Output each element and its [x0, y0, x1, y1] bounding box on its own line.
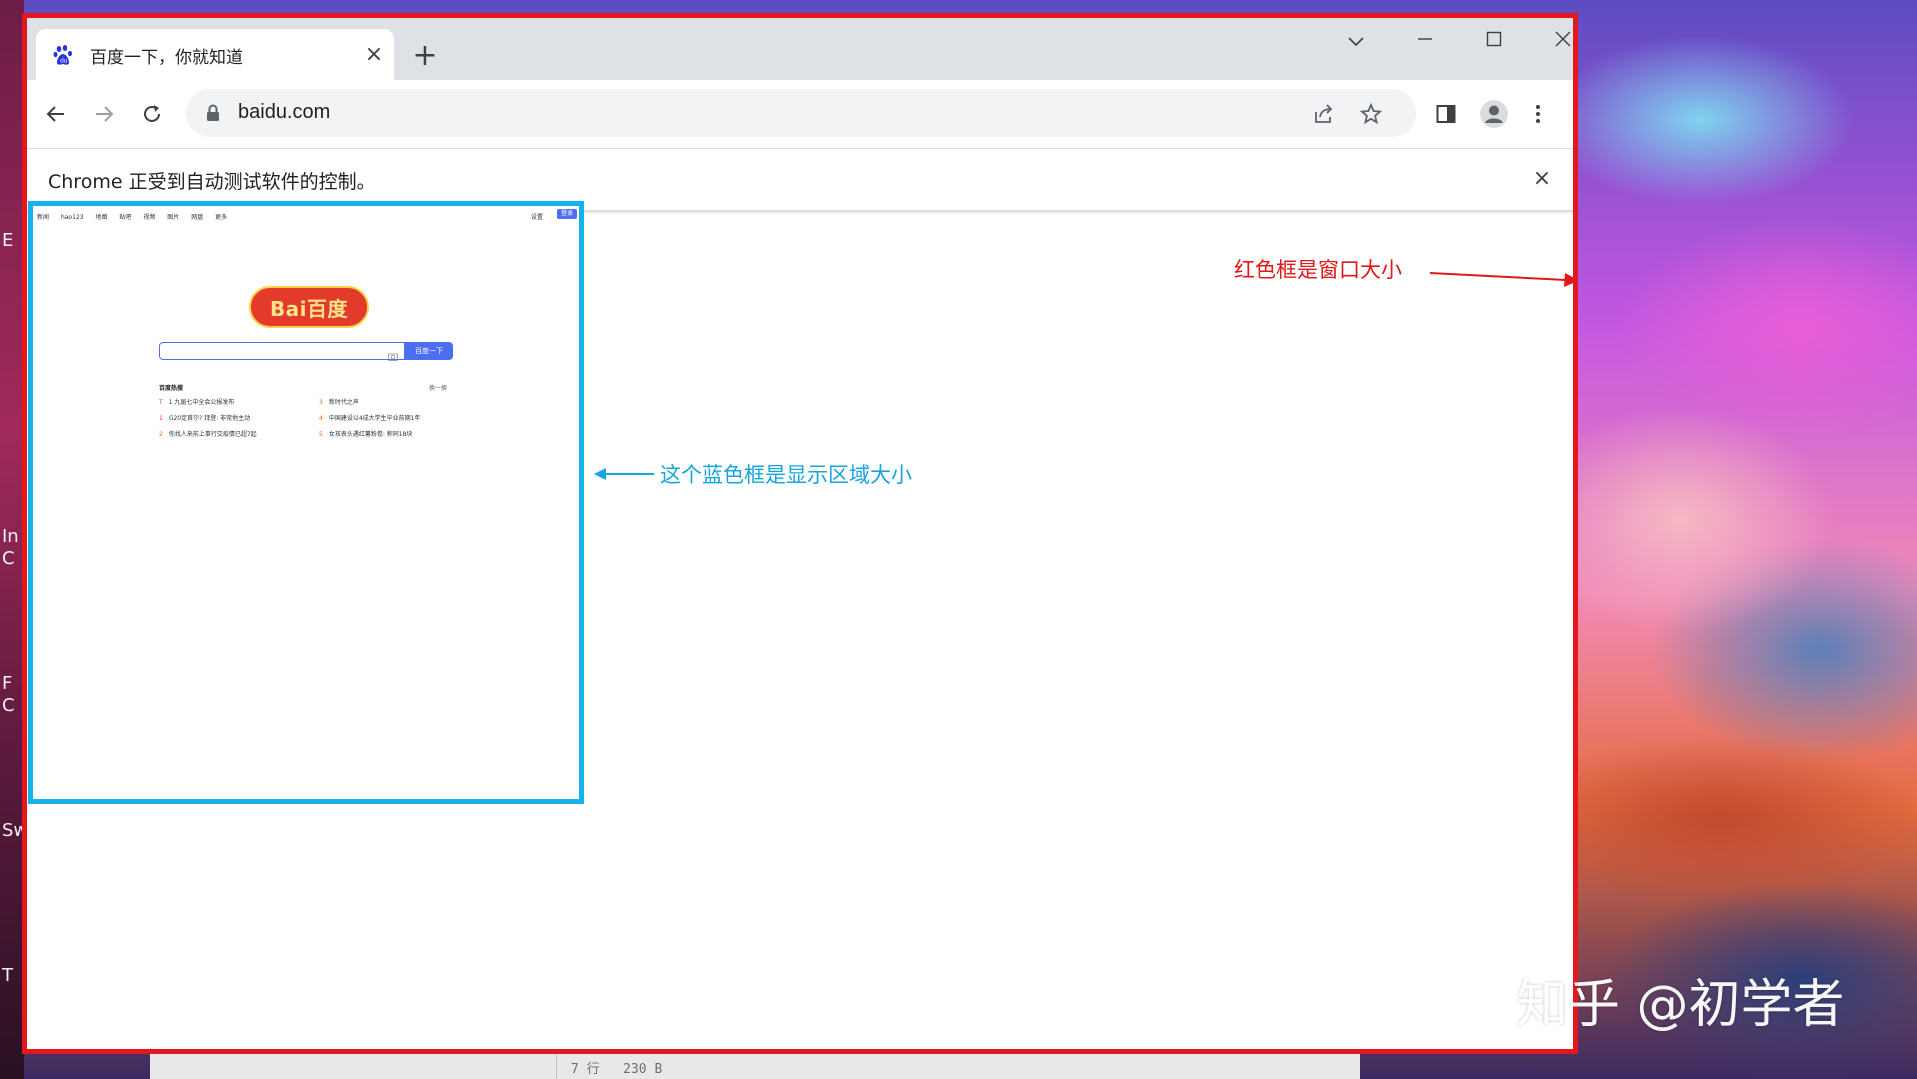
hot-item-index: 1	[159, 415, 163, 422]
baidu-logo: Bai百度	[249, 286, 369, 328]
nav-link[interactable]: 网盘	[191, 214, 203, 221]
hot-item[interactable]: 4 中国建设以4成大学生毕业前期1年	[319, 413, 420, 422]
hot-item-index: 4	[319, 415, 323, 422]
blue-arrow-icon	[592, 461, 656, 487]
close-icon[interactable]	[1543, 25, 1577, 55]
nav-link[interactable]: 更多	[215, 214, 227, 221]
svg-text:du: du	[60, 58, 68, 65]
window-size-annotation: 红色框是窗口大小	[1234, 254, 1402, 284]
editor-status-bar: 7 行 230 B	[556, 1052, 1356, 1079]
nav-link[interactable]: 贴吧	[119, 214, 131, 221]
baidu-settings-link[interactable]: 设置	[531, 212, 543, 221]
hot-item-text: 1 九届七中全会公报发布	[169, 399, 235, 406]
refresh-link[interactable]: 换一换	[429, 383, 447, 392]
side-panel-icon[interactable]	[1428, 96, 1464, 132]
hot-item-index: T	[159, 399, 163, 406]
viewport-size-annotation: 这个蓝色框是显示区域大小	[660, 459, 912, 489]
baidu-logo-text: Bai百度	[270, 293, 348, 322]
infobar-message: Chrome 正受到自动测试软件的控制。	[48, 167, 376, 194]
lock-icon[interactable]	[206, 104, 220, 126]
chrome-window: du 百度一下，你就知道 × +	[24, 15, 1577, 1052]
hot-item[interactable]: 2 你找人来前上事行交疫情已超7起	[159, 429, 257, 438]
red-arrow-icon	[1428, 263, 1577, 293]
hot-item-index: 2	[159, 431, 163, 438]
hot-item-text: 新时代之声	[329, 399, 359, 406]
minimize-icon[interactable]	[1405, 25, 1445, 55]
hot-item-text: 女孩表头遇红薯粉卷: 称同18块	[329, 431, 413, 438]
hot-item[interactable]: 5 女孩表头遇红薯粉卷: 称同18块	[319, 429, 412, 438]
star-icon[interactable]	[1358, 101, 1384, 127]
tab-baidu[interactable]: du 百度一下，你就知道 ×	[36, 29, 394, 80]
maximize-icon[interactable]	[1474, 25, 1514, 55]
url-text[interactable]: baidu.com	[238, 101, 330, 124]
hot-item[interactable]: 3 新时代之声	[319, 397, 359, 406]
nav-link[interactable]: 视频	[143, 214, 155, 221]
baidu-login-button[interactable]: 登录	[557, 209, 577, 219]
hot-item-text: G20定首尔? 拜登: 非常他主动	[169, 415, 250, 422]
baidu-top-nav: 新闻 hao123 地图 贴吧 视频 图片 网盘 更多	[37, 212, 237, 221]
toolbar: baidu.com	[24, 80, 1577, 149]
desktop-icon-label: F C	[2, 673, 15, 717]
baidu-search-input[interactable]	[159, 342, 405, 360]
tab-close-icon[interactable]: ×	[362, 43, 386, 67]
zhihu-watermark: 知乎 @初学者	[1516, 962, 1845, 1037]
camera-icon[interactable]	[388, 346, 398, 365]
reload-icon[interactable]	[134, 96, 170, 132]
forward-icon[interactable]	[86, 96, 122, 132]
profile-icon[interactable]	[1476, 96, 1512, 132]
hot-item-index: 3	[319, 399, 323, 406]
address-bar[interactable]: baidu.com	[186, 89, 1416, 137]
nav-link[interactable]: 新闻	[37, 214, 49, 221]
tab-title: 百度一下，你就知道	[90, 43, 243, 68]
desktop-icon-label: E	[2, 230, 13, 252]
hot-item-text: 你找人来前上事行交疫情已超7起	[169, 431, 257, 438]
share-icon[interactable]	[1310, 101, 1336, 127]
hot-item[interactable]: 1 G20定首尔? 拜登: 非常他主动	[159, 413, 250, 422]
display-viewport-box: 新闻 hao123 地图 贴吧 视频 图片 网盘 更多 设置 登录 Bai百度 …	[28, 201, 584, 804]
tab-strip: du 百度一下，你就知道 × +	[24, 15, 1577, 80]
hot-search-title[interactable]: 百度热搜	[159, 383, 183, 392]
hot-item[interactable]: T 1 九届七中全会公报发布	[159, 397, 234, 406]
hot-item-index: 5	[319, 431, 323, 438]
new-tab-button[interactable]: +	[410, 41, 440, 71]
chevron-down-icon[interactable]	[1336, 25, 1376, 55]
baidu-paw-icon: du	[52, 43, 76, 67]
nav-link[interactable]: 地图	[95, 214, 107, 221]
kebab-menu-icon[interactable]	[1520, 96, 1556, 132]
desktop-icon-label: In C	[2, 526, 19, 570]
hot-item-text: 中国建设以4成大学生毕业前期1年	[329, 415, 421, 422]
nav-link[interactable]: 图片	[167, 214, 179, 221]
nav-link[interactable]: hao123	[61, 214, 84, 221]
back-icon[interactable]	[38, 96, 74, 132]
infobar-close-icon[interactable]: ×	[1527, 164, 1557, 194]
desktop-icon-label: T	[2, 965, 13, 987]
baidu-search-button[interactable]: 百度一下	[405, 342, 453, 360]
